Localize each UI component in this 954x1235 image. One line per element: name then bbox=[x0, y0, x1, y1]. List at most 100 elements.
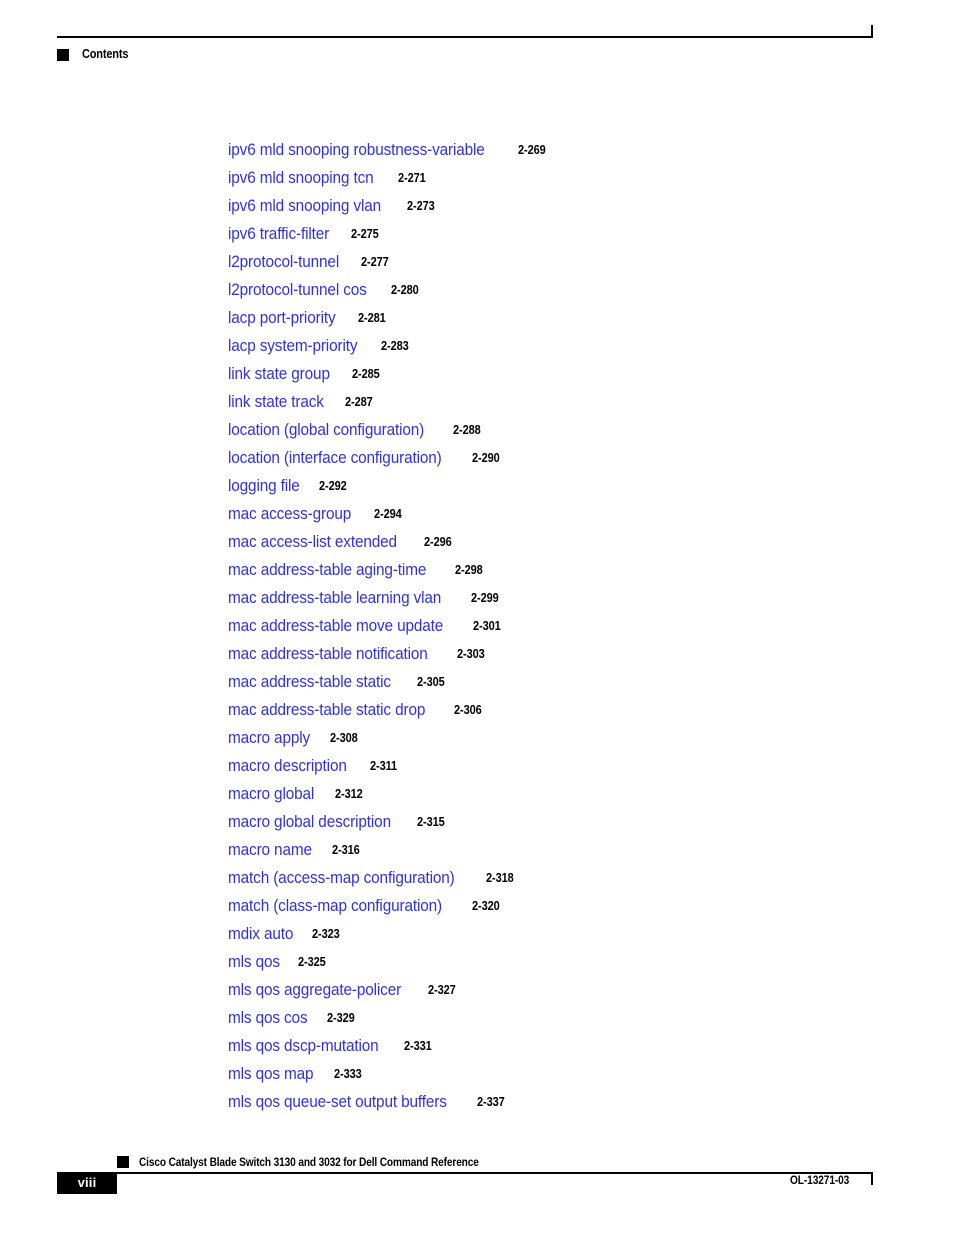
toc-entry[interactable]: mac address-table move update 2-301 bbox=[228, 612, 928, 640]
toc-entry[interactable]: mac address-table learning vlan 2-299 bbox=[228, 584, 928, 612]
toc-entry-title[interactable]: mac address-table learning vlan bbox=[228, 584, 441, 612]
toc-entry-title[interactable]: mls qos bbox=[228, 948, 280, 976]
toc-entry-title[interactable]: mls qos cos bbox=[228, 1004, 308, 1032]
toc-entry-title[interactable]: macro global description bbox=[228, 808, 391, 836]
toc-entry-title[interactable]: link state group bbox=[228, 360, 330, 388]
toc-entry[interactable]: lacp port-priority 2-281 bbox=[228, 304, 928, 332]
toc-entry-title[interactable]: location (interface configuration) bbox=[228, 444, 442, 472]
toc-entry-title[interactable]: macro description bbox=[228, 752, 347, 780]
toc-entry[interactable]: mac access-list extended 2-296 bbox=[228, 528, 928, 556]
toc-entry[interactable]: macro name 2-316 bbox=[228, 836, 928, 864]
toc-entry-page-number[interactable]: 2-273 bbox=[407, 192, 435, 220]
toc-entry-page-number[interactable]: 2-277 bbox=[361, 248, 389, 276]
toc-entry-title[interactable]: mac address-table aging-time bbox=[228, 556, 426, 584]
toc-entry-page-number[interactable]: 2-294 bbox=[374, 500, 402, 528]
toc-entry-page-number[interactable]: 2-316 bbox=[332, 836, 360, 864]
toc-entry-title[interactable]: mac address-table notification bbox=[228, 640, 428, 668]
toc-entry-page-number[interactable]: 2-306 bbox=[454, 696, 482, 724]
toc-entry-title[interactable]: mac address-table move update bbox=[228, 612, 443, 640]
toc-entry-title[interactable]: match (class-map configuration) bbox=[228, 892, 442, 920]
toc-entry-title[interactable]: ipv6 traffic-filter bbox=[228, 220, 329, 248]
toc-entry-page-number[interactable]: 2-320 bbox=[472, 892, 500, 920]
toc-entry-page-number[interactable]: 2-329 bbox=[327, 1004, 355, 1032]
toc-entry[interactable]: mls qos map 2-333 bbox=[228, 1060, 928, 1088]
toc-entry[interactable]: mls qos queue-set output buffers 2-337 bbox=[228, 1088, 928, 1116]
toc-entry-page-number[interactable]: 2-327 bbox=[428, 976, 456, 1004]
toc-entry-title[interactable]: mls qos aggregate-policer bbox=[228, 976, 401, 1004]
toc-entry-page-number[interactable]: 2-283 bbox=[381, 332, 409, 360]
toc-entry-page-number[interactable]: 2-299 bbox=[471, 584, 499, 612]
toc-entry[interactable]: macro apply 2-308 bbox=[228, 724, 928, 752]
toc-entry[interactable]: ipv6 traffic-filter 2-275 bbox=[228, 220, 928, 248]
toc-entry[interactable]: mls qos dscp-mutation 2-331 bbox=[228, 1032, 928, 1060]
toc-entry[interactable]: link state track 2-287 bbox=[228, 388, 928, 416]
toc-entry[interactable]: mac address-table notification 2-303 bbox=[228, 640, 928, 668]
toc-entry-title[interactable]: macro name bbox=[228, 836, 312, 864]
toc-entry-title[interactable]: mdix auto bbox=[228, 920, 293, 948]
toc-entry-title[interactable]: mls qos dscp-mutation bbox=[228, 1032, 379, 1060]
toc-entry[interactable]: ipv6 mld snooping vlan 2-273 bbox=[228, 192, 928, 220]
toc-entry-page-number[interactable]: 2-337 bbox=[477, 1088, 505, 1116]
toc-entry[interactable]: macro global 2-312 bbox=[228, 780, 928, 808]
toc-entry-title[interactable]: lacp port-priority bbox=[228, 304, 336, 332]
toc-entry[interactable]: ipv6 mld snooping robustness-variable 2-2… bbox=[228, 136, 928, 164]
toc-entry-title[interactable]: mac address-table static drop bbox=[228, 696, 425, 724]
toc-entry-page-number[interactable]: 2-296 bbox=[424, 528, 452, 556]
toc-entry-page-number[interactable]: 2-323 bbox=[312, 920, 340, 948]
toc-entry-title[interactable]: ipv6 mld snooping robustness-variable bbox=[228, 136, 485, 164]
toc-entry-page-number[interactable]: 2-331 bbox=[404, 1032, 432, 1060]
toc-entry-page-number[interactable]: 2-290 bbox=[472, 444, 500, 472]
toc-entry-page-number[interactable]: 2-285 bbox=[352, 360, 380, 388]
toc-entry[interactable]: mac address-table aging-time 2-298 bbox=[228, 556, 928, 584]
toc-entry-title[interactable]: macro apply bbox=[228, 724, 310, 752]
toc-entry-page-number[interactable]: 2-269 bbox=[518, 136, 546, 164]
toc-entry-page-number[interactable]: 2-315 bbox=[417, 808, 445, 836]
toc-entry-page-number[interactable]: 2-303 bbox=[457, 640, 485, 668]
toc-entry-page-number[interactable]: 2-333 bbox=[334, 1060, 362, 1088]
toc-entry[interactable]: mac address-table static drop 2-306 bbox=[228, 696, 928, 724]
toc-entry[interactable]: macro description 2-311 bbox=[228, 752, 928, 780]
toc-entry[interactable]: mdix auto 2-323 bbox=[228, 920, 928, 948]
toc-entry-title[interactable]: mls qos queue-set output buffers bbox=[228, 1088, 447, 1116]
toc-entry[interactable]: logging file 2-292 bbox=[228, 472, 928, 500]
toc-entry-title[interactable]: mac address-table static bbox=[228, 668, 391, 696]
toc-entry-title[interactable]: location (global configuration) bbox=[228, 416, 424, 444]
toc-entry-title[interactable]: macro global bbox=[228, 780, 314, 808]
toc-entry-title[interactable]: lacp system-priority bbox=[228, 332, 358, 360]
toc-entry[interactable]: mac access-group 2-294 bbox=[228, 500, 928, 528]
toc-entry[interactable]: mls qos cos 2-329 bbox=[228, 1004, 928, 1032]
toc-entry-title[interactable]: l2protocol-tunnel bbox=[228, 248, 339, 276]
toc-entry[interactable]: l2protocol-tunnel 2-277 bbox=[228, 248, 928, 276]
toc-entry-page-number[interactable]: 2-280 bbox=[391, 276, 419, 304]
toc-entry-title[interactable]: ipv6 mld snooping vlan bbox=[228, 192, 381, 220]
toc-entry[interactable]: macro global description 2-315 bbox=[228, 808, 928, 836]
toc-entry[interactable]: ipv6 mld snooping tcn 2-271 bbox=[228, 164, 928, 192]
toc-entry-title[interactable]: mac access-group bbox=[228, 500, 351, 528]
toc-entry-page-number[interactable]: 2-312 bbox=[335, 780, 363, 808]
toc-entry-page-number[interactable]: 2-325 bbox=[298, 948, 326, 976]
toc-entry[interactable]: l2protocol-tunnel cos 2-280 bbox=[228, 276, 928, 304]
toc-entry-page-number[interactable]: 2-318 bbox=[486, 864, 514, 892]
toc-entry[interactable]: link state group 2-285 bbox=[228, 360, 928, 388]
toc-entry-page-number[interactable]: 2-281 bbox=[358, 304, 386, 332]
toc-entry[interactable]: mac address-table static 2-305 bbox=[228, 668, 928, 696]
toc-entry-page-number[interactable]: 2-311 bbox=[370, 752, 397, 780]
toc-entry[interactable]: location (global configuration) 2-288 bbox=[228, 416, 928, 444]
toc-entry[interactable]: location (interface configuration) 2-290 bbox=[228, 444, 928, 472]
toc-entry-title[interactable]: mac access-list extended bbox=[228, 528, 397, 556]
toc-entry[interactable]: mls qos aggregate-policer 2-327 bbox=[228, 976, 928, 1004]
toc-entry-page-number[interactable]: 2-288 bbox=[453, 416, 481, 444]
toc-entry[interactable]: match (access-map configuration) 2-318 bbox=[228, 864, 928, 892]
toc-entry-page-number[interactable]: 2-305 bbox=[417, 668, 445, 696]
toc-entry-page-number[interactable]: 2-275 bbox=[351, 220, 379, 248]
toc-entry-page-number[interactable]: 2-271 bbox=[398, 164, 426, 192]
toc-entry-page-number[interactable]: 2-292 bbox=[319, 472, 347, 500]
toc-entry-title[interactable]: l2protocol-tunnel cos bbox=[228, 276, 367, 304]
toc-entry[interactable]: lacp system-priority 2-283 bbox=[228, 332, 928, 360]
toc-entry-page-number[interactable]: 2-298 bbox=[455, 556, 483, 584]
toc-entry-page-number[interactable]: 2-308 bbox=[330, 724, 358, 752]
toc-entry-title[interactable]: logging file bbox=[228, 472, 300, 500]
toc-entry-title[interactable]: link state track bbox=[228, 388, 324, 416]
toc-entry[interactable]: match (class-map configuration) 2-320 bbox=[228, 892, 928, 920]
toc-entry[interactable]: mls qos 2-325 bbox=[228, 948, 928, 976]
